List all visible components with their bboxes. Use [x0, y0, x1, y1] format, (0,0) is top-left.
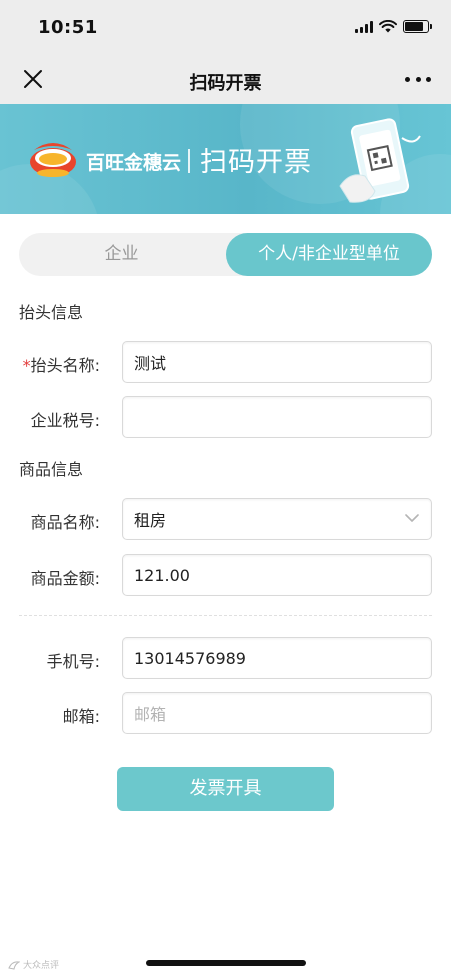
- brand-logo-icon: [30, 143, 76, 177]
- home-indicator[interactable]: [146, 960, 306, 966]
- divider: [19, 615, 432, 616]
- customer-type-tabs: 企业 个人/非企业型单位: [19, 233, 432, 276]
- phone-scan-illustration-icon: [339, 118, 421, 203]
- section-title-goods: 商品信息: [19, 460, 84, 479]
- email-label: 邮箱:: [62, 707, 100, 726]
- email-input[interactable]: 邮箱: [122, 692, 432, 734]
- goods-name-label: 商品名称:: [30, 513, 100, 532]
- tax-number-input[interactable]: [122, 396, 432, 438]
- section-title-invoice-header: 抬头信息: [19, 303, 84, 322]
- invoice-name-label: *抬头名称:: [22, 356, 100, 375]
- page-title: 扫码开票: [189, 73, 262, 94]
- invoice-name-input[interactable]: 测试: [122, 341, 432, 383]
- signal-icon: [355, 20, 373, 33]
- tab-enterprise[interactable]: 企业: [19, 233, 224, 276]
- issue-invoice-button[interactable]: 发票开具: [117, 767, 334, 811]
- watermark: 大众点评: [8, 958, 59, 971]
- banner-separator: [188, 149, 190, 173]
- watermark-text: 大众点评: [23, 961, 60, 971]
- tab-individual[interactable]: 个人/非企业型单位: [226, 233, 432, 276]
- banner: 百旺金穗云 扫码开票: [0, 104, 451, 214]
- goods-name-select[interactable]: 租房: [122, 498, 432, 540]
- battery-icon: [403, 20, 432, 33]
- status-time: 10:51: [38, 17, 98, 38]
- watermark-logo-icon: [8, 960, 20, 970]
- nav-bar: 扫码开票: [0, 56, 451, 104]
- phone-input[interactable]: 13014576989: [122, 637, 432, 679]
- banner-brand: 百旺金穗云: [86, 152, 182, 174]
- goods-amount-input[interactable]: 121.00: [122, 554, 432, 596]
- status-icons: [355, 20, 432, 33]
- chevron-down-icon: [405, 514, 419, 522]
- goods-name-value: 租房: [134, 511, 167, 530]
- tax-number-label: 企业税号:: [30, 411, 100, 430]
- status-bar: 10:51: [0, 0, 451, 56]
- required-mark: *: [22, 356, 31, 375]
- phone-label: 手机号:: [46, 652, 100, 671]
- wifi-icon: [379, 20, 397, 33]
- goods-amount-label: 商品金额:: [30, 569, 100, 588]
- banner-title: 扫码开票: [200, 147, 312, 178]
- more-icon[interactable]: [405, 68, 431, 90]
